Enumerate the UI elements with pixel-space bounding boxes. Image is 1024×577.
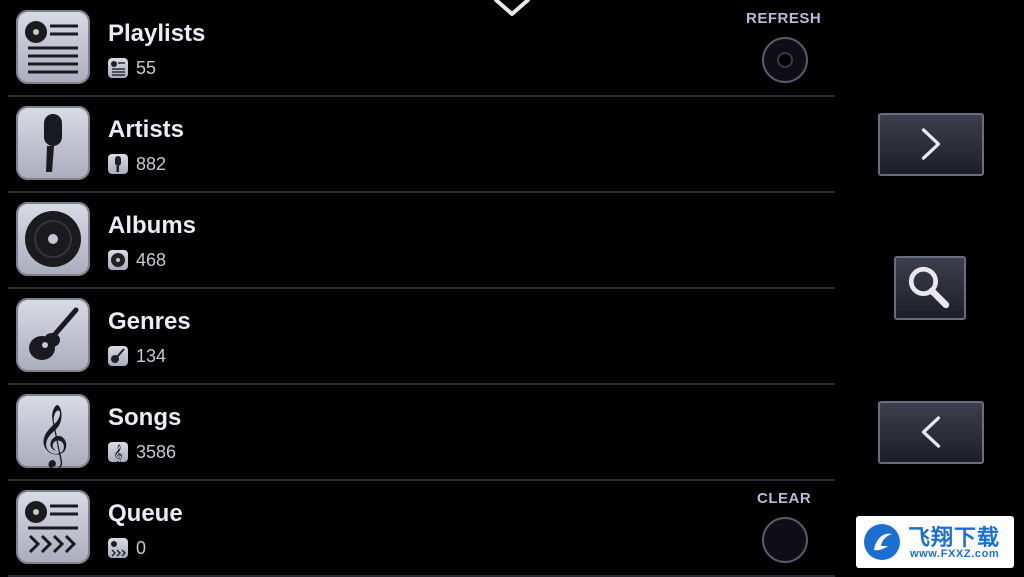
watermark-url: www.FXXZ.com	[910, 548, 1000, 560]
playlist-icon	[108, 58, 128, 78]
microphone-icon	[16, 106, 90, 180]
svg-text:𝄞: 𝄞	[37, 404, 69, 468]
list-item-genres[interactable]: Genres 134	[8, 288, 835, 385]
queue-icon	[108, 538, 128, 558]
microphone-icon	[108, 154, 128, 174]
svg-text:𝄞: 𝄞	[113, 444, 122, 462]
item-title: Artists	[108, 116, 185, 143]
item-count: 468	[136, 250, 167, 270]
list-item-queue[interactable]: Queue 0	[8, 480, 835, 577]
treble-clef-icon: 𝄞	[16, 394, 90, 468]
item-count: 134	[136, 346, 167, 366]
guitar-icon	[16, 298, 90, 372]
treble-clef-icon: 𝄞	[108, 442, 128, 462]
disc-icon	[16, 202, 90, 276]
refresh-label: REFRESH	[746, 10, 822, 27]
watermark: 飞翔下载 www.FXXZ.com	[856, 516, 1014, 568]
watermark-logo-icon	[862, 522, 902, 562]
guitar-icon	[108, 346, 128, 366]
search-icon	[908, 266, 950, 309]
next-button[interactable]	[878, 113, 984, 176]
list-item-artists[interactable]: Artists 882	[8, 96, 835, 193]
item-count: 3586	[136, 442, 177, 462]
refresh-indicator-icon	[777, 52, 793, 68]
list-item-songs[interactable]: 𝄞 Songs 𝄞 3586	[8, 384, 835, 481]
item-title: Queue	[108, 500, 183, 527]
library-list: Playlists 55 Artists 882 Albums 468 Genr…	[0, 0, 835, 577]
back-button[interactable]	[878, 401, 984, 464]
list-item-playlists[interactable]: Playlists 55	[8, 0, 835, 97]
queue-icon	[16, 490, 90, 564]
item-title: Playlists	[108, 20, 206, 47]
item-title: Songs	[108, 404, 182, 431]
item-title: Genres	[108, 308, 191, 335]
disc-icon	[108, 250, 128, 270]
chevron-left-icon	[921, 416, 941, 448]
clear-label: CLEAR	[757, 490, 812, 507]
item-count: 882	[136, 154, 167, 174]
playlist-icon	[16, 10, 90, 84]
refresh-button[interactable]	[762, 37, 808, 83]
item-title: Albums	[108, 212, 197, 239]
item-count: 55	[136, 58, 157, 78]
chevron-right-icon	[921, 128, 941, 160]
search-button[interactable]	[894, 256, 966, 320]
clear-button[interactable]	[762, 517, 808, 563]
item-count: 0	[136, 538, 147, 558]
list-item-albums[interactable]: Albums 468	[8, 192, 835, 289]
